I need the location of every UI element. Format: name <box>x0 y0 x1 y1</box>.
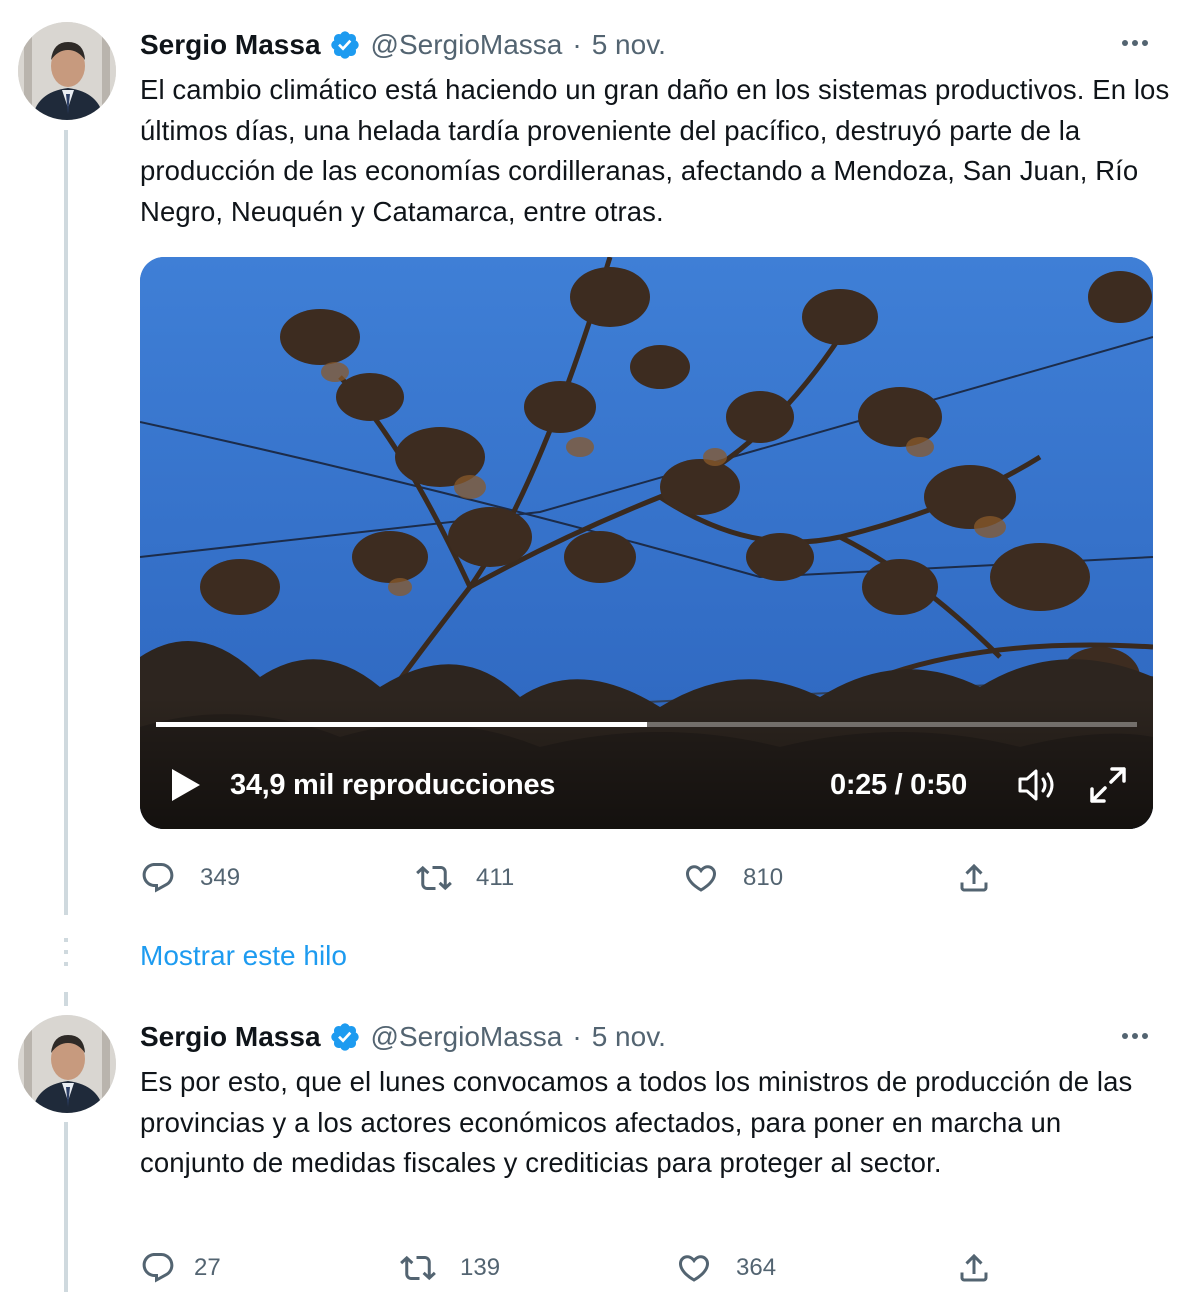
tweet-2[interactable]: Sergio Massa @SergioMassa · 5 nov. Es po… <box>0 1000 1200 1292</box>
fullscreen-icon[interactable] <box>1088 765 1128 805</box>
thread-line <box>64 130 68 915</box>
heart-icon <box>685 865 717 892</box>
author-handle[interactable]: @SergioMassa <box>371 29 563 61</box>
tweet-1[interactable]: Sergio Massa @SergioMassa · 5 nov. El ca… <box>0 0 1200 930</box>
retweet-count: 139 <box>460 1254 501 1281</box>
tweet-actions: 27 139 364 <box>140 1248 1040 1288</box>
play-icon[interactable] <box>168 765 204 805</box>
author-handle[interactable]: @SergioMassa <box>371 1021 563 1053</box>
view-count: 34,9 mil reproducciones <box>230 769 556 801</box>
tweet-text: Es por esto, que el lunes convocamos a t… <box>140 1066 1133 1178</box>
tweet-actions: 349 411 810 <box>140 858 1040 898</box>
tweet-header: Sergio Massa @SergioMassa · 5 nov. <box>140 1017 666 1057</box>
retweet-count: 411 <box>476 864 515 891</box>
like-button[interactable]: 364 <box>676 1248 776 1288</box>
video-progress-fill <box>156 722 647 727</box>
show-thread-link[interactable]: Mostrar este hilo <box>140 936 347 976</box>
reply-count: 349 <box>200 864 241 891</box>
share-button[interactable] <box>956 858 992 898</box>
share-upload-icon <box>960 1253 988 1282</box>
more-dots-icon[interactable] <box>1115 1021 1155 1051</box>
verified-badge-icon <box>329 1021 361 1053</box>
reply-bubble-icon <box>142 863 174 893</box>
retweet-arrows-icon <box>416 865 452 891</box>
share-button[interactable] <box>956 1248 992 1288</box>
retweet-arrows-icon <box>400 1255 436 1281</box>
controls-overlay <box>140 697 1153 829</box>
heart-icon <box>678 1255 710 1282</box>
avatar[interactable] <box>18 1015 116 1113</box>
header-separator: · <box>572 1021 582 1052</box>
tweet-date[interactable]: 5 nov. <box>592 29 666 61</box>
reply-bubble-icon <box>142 1253 174 1283</box>
header-separator: · <box>572 29 582 60</box>
tweet-date[interactable]: 5 nov. <box>592 1021 666 1053</box>
thread-connector-dots <box>64 938 68 974</box>
reply-button[interactable]: 27 <box>140 1248 221 1288</box>
reply-button[interactable]: 349 <box>140 858 240 898</box>
retweet-button[interactable]: 411 <box>416 858 514 898</box>
tweet-header: Sergio Massa @SergioMassa · 5 nov. <box>140 25 666 65</box>
reply-count: 27 <box>194 1254 221 1281</box>
video-player[interactable]: 34,9 mil reproducciones 0:25 / 0:50 <box>140 257 1153 829</box>
more-dots-icon[interactable] <box>1115 28 1155 58</box>
retweet-button[interactable]: 139 <box>400 1248 500 1288</box>
video-progress-bar[interactable] <box>156 722 1137 727</box>
like-count: 810 <box>743 864 784 891</box>
video-time: 0:25 / 0:50 <box>830 769 967 801</box>
author-name[interactable]: Sergio Massa <box>140 1021 321 1053</box>
thread-line <box>64 1122 68 1292</box>
author-name[interactable]: Sergio Massa <box>140 29 321 61</box>
verified-badge-icon <box>329 29 361 61</box>
tweet-text: El cambio climático está haciendo un gra… <box>140 74 1170 227</box>
avatar[interactable] <box>18 22 116 120</box>
share-upload-icon <box>960 863 988 892</box>
volume-icon[interactable] <box>1016 767 1058 803</box>
like-button[interactable]: 810 <box>683 858 783 898</box>
like-count: 364 <box>736 1254 777 1281</box>
